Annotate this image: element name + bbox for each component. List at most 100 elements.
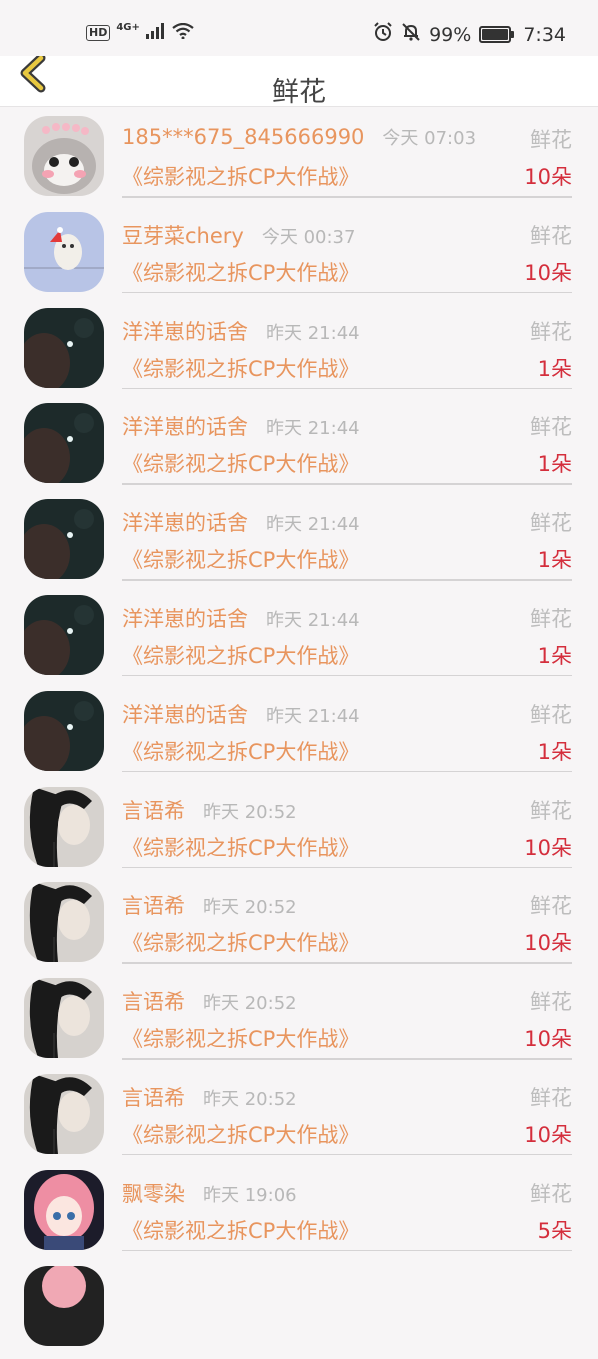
gift-type: 鲜花 (530, 990, 572, 1015)
divider (122, 1153, 572, 1156)
user-name: 洋洋崽的话舍 (122, 511, 248, 536)
divider (122, 1249, 572, 1252)
room-name: 《综影视之拆CP大作战》 (122, 452, 360, 477)
user-name: 洋洋崽的话舍 (122, 415, 248, 440)
gift-count: 1朵 (537, 643, 572, 668)
user-name: 言语希 (122, 894, 185, 919)
timestamp: 今天 07:03 (382, 128, 477, 149)
avatar[interactable] (24, 1073, 104, 1154)
gift-type: 鲜花 (530, 702, 572, 727)
list-item[interactable]: 洋洋崽的话舍 昨天 21:44 鲜花 《综影视之拆CP大作战》 1朵 (0, 689, 598, 785)
gift-type: 鲜花 (530, 415, 572, 440)
avatar[interactable] (24, 499, 104, 580)
list-item[interactable]: 言语希 昨天 20:52 鲜花《综影视之拆CP大作战》 10朵 (0, 785, 598, 881)
timestamp: 昨天 21:44 (266, 609, 360, 631)
room-name: 《综影视之拆CP大作战》 (122, 643, 360, 668)
room-name: 《综影视之拆CP大作战》 (122, 165, 360, 189)
avatar[interactable] (24, 116, 104, 196)
avatar[interactable] (24, 307, 104, 388)
avatar[interactable] (24, 690, 104, 771)
timestamp: 昨天 21:44 (266, 705, 360, 727)
list-item[interactable]: 洋洋崽的话舍 昨天 21:44 鲜花 《综影视之拆CP大作战》 1朵 (0, 593, 598, 689)
gift-type: 鲜花 (530, 319, 572, 344)
divider (122, 1058, 572, 1060)
list-item[interactable]: 言语希 昨天 20:52 鲜花《综影视之拆CP大作战》 10朵 (0, 1072, 598, 1168)
mute-bell-icon (401, 22, 421, 47)
timestamp: 昨天 20:52 (203, 1088, 297, 1110)
timestamp: 昨天 20:52 (203, 801, 297, 823)
user-name: 豆芽菜chery (122, 223, 244, 248)
page-title: 鲜花 (272, 77, 326, 108)
timestamp: 昨天 21:44 (266, 514, 360, 536)
avatar[interactable] (24, 211, 104, 292)
avatar[interactable] (24, 978, 104, 1059)
gift-count: 10朵 (524, 835, 572, 860)
divider (122, 962, 572, 964)
avatar[interactable] (24, 1265, 104, 1346)
avatar[interactable] (24, 882, 104, 963)
timestamp: 昨天 21:44 (266, 322, 360, 344)
gift-count: 10朵 (524, 260, 572, 285)
list-item[interactable]: 185***675_845666990 今天 07:03 鲜花《综影视之拆CP大作战… (0, 114, 598, 210)
timestamp: 昨天 21:44 (266, 418, 360, 440)
status-bar: HD 4G+ 99% 7:34 (0, 0, 598, 62)
gift-record-list: 185***675_845666990 今天 07:03 鲜花 《综影视之拆CP大作战… (0, 114, 598, 1359)
divider (122, 579, 572, 581)
divider (122, 387, 572, 390)
avatar[interactable] (24, 786, 104, 867)
gift-type: 鲜花 (530, 894, 572, 919)
gift-count: 5朵 (537, 1218, 572, 1243)
divider (122, 483, 572, 485)
user-name: 言语希 (122, 990, 185, 1015)
gift-type: 鲜花 (530, 798, 572, 823)
avatar[interactable] (24, 1169, 104, 1250)
room-name: 《综影视之拆CP大作战》 (122, 548, 360, 573)
divider (122, 674, 572, 677)
network-type: 4G+ (116, 21, 140, 33)
divider (122, 196, 572, 198)
list-item[interactable]: 豆芽菜chery 今天 00:37 鲜花 《综影视之拆CP大作战》 10朵 (0, 210, 598, 306)
user-name: 飘零染 (122, 1181, 185, 1206)
signal-icon (145, 22, 166, 44)
room-name: 《综影视之拆CP大作战》 (122, 931, 360, 956)
list-item[interactable]: 洋洋崽的话舍 昨天 21:44 鲜花《综影视之拆CP大作战》 1朵 (0, 401, 598, 497)
timestamp: 昨天 20:52 (203, 993, 297, 1015)
gift-count: 1朵 (537, 548, 572, 573)
gift-count: 1朵 (537, 739, 572, 764)
gift-count: 10朵 (524, 1122, 572, 1147)
user-name: 洋洋崽的话舍 (122, 606, 248, 631)
title-bar: 鲜花 (0, 53, 598, 108)
clock: 7:34 (523, 23, 566, 46)
user-name: 言语希 (122, 798, 185, 823)
room-name: 《综影视之拆CP大作战》 (122, 356, 360, 381)
gift-type: 鲜花 (530, 511, 572, 536)
room-name: 《综影视之拆CP大作战》 (122, 1122, 360, 1147)
gift-count: 1朵 (537, 452, 572, 477)
gift-type: 鲜花 (530, 128, 572, 152)
list-item[interactable]: 飘零染 昨天 19:06 鲜花 《综影视之拆CP大作战》 5朵 (0, 1168, 598, 1264)
gift-count: 10朵 (524, 931, 572, 956)
user-name: 洋洋崽的话舍 (122, 319, 248, 344)
gift-type: 鲜花 (530, 223, 572, 248)
list-item[interactable]: 言语希 昨天 20:52 鲜花 《综影视之拆CP大作战》 10朵 (0, 880, 598, 976)
gift-count: 10朵 (524, 1027, 572, 1052)
gift-type: 鲜花 (530, 1085, 572, 1110)
hd-badge: HD (86, 25, 111, 41)
list-item-partial[interactable] (0, 1264, 598, 1359)
list-item[interactable]: 洋洋崽的话舍 昨天 21:44 鲜花《综影视之拆CP大作战》 1朵 (0, 497, 598, 593)
battery-percent: 99% (429, 23, 472, 46)
user-name: 185***675_845666990 (122, 125, 365, 149)
wifi-icon (172, 22, 194, 44)
divider (122, 866, 572, 869)
battery-icon (479, 26, 515, 43)
gift-type: 鲜花 (530, 1181, 572, 1206)
avatar[interactable] (24, 594, 104, 675)
timestamp: 今天 00:37 (261, 226, 356, 248)
user-name: 言语希 (122, 1085, 185, 1110)
user-name: 洋洋崽的话舍 (122, 702, 248, 727)
avatar[interactable] (24, 403, 104, 484)
list-item[interactable]: 洋洋崽的话舍 昨天 21:44 鲜花 《综影视之拆CP大作战》 1朵 (0, 306, 598, 402)
room-name: 《综影视之拆CP大作战》 (122, 1027, 360, 1052)
room-name: 《综影视之拆CP大作战》 (122, 835, 360, 860)
list-item[interactable]: 言语希 昨天 20:52 鲜花《综影视之拆CP大作战》 10朵 (0, 976, 598, 1072)
